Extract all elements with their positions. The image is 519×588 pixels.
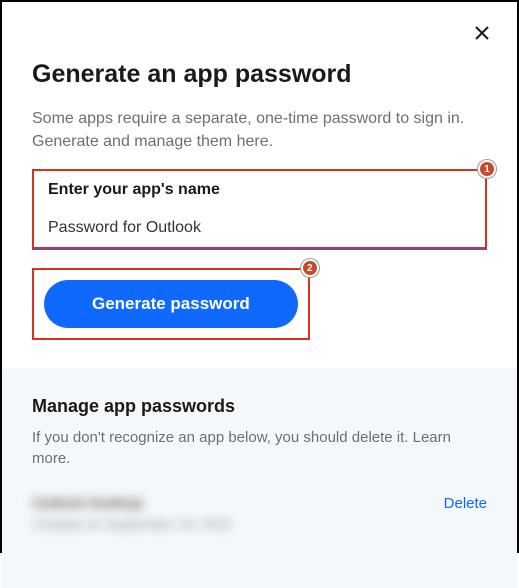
app-name-text: Outlook Desktop: [32, 495, 232, 512]
manage-title: Manage app passwords: [32, 396, 487, 417]
callout-badge-1: 1: [478, 160, 496, 178]
app-name-input[interactable]: [48, 217, 471, 239]
delete-app-link[interactable]: Delete: [444, 495, 487, 512]
app-info: Outlook Desktop Created on September 19,…: [32, 495, 232, 532]
app-created-text: Created on September 19, 2022: [32, 516, 232, 532]
dialog-content: Generate an app password Some apps requi…: [2, 2, 517, 588]
manage-description-text: If you don't recognize an app below, you…: [32, 429, 413, 446]
callout-badge-2: 2: [301, 259, 319, 277]
manage-description: If you don't recognize an app below, you…: [32, 427, 487, 469]
dialog-description: Some apps require a separate, one-time p…: [32, 107, 487, 153]
close-button[interactable]: [473, 24, 491, 42]
generate-button-group: 2 Generate password: [32, 268, 310, 340]
app-password-row: Outlook Desktop Created on September 19,…: [32, 495, 487, 532]
app-name-field-group: 1 Enter your app's name: [32, 169, 487, 249]
generate-password-button[interactable]: Generate password: [44, 280, 298, 328]
app-name-label: Enter your app's name: [48, 181, 471, 199]
manage-passwords-section: Manage app passwords If you don't recogn…: [2, 368, 517, 588]
close-icon: [474, 25, 490, 41]
dialog-title: Generate an app password: [32, 60, 487, 89]
input-underline: [32, 249, 487, 250]
